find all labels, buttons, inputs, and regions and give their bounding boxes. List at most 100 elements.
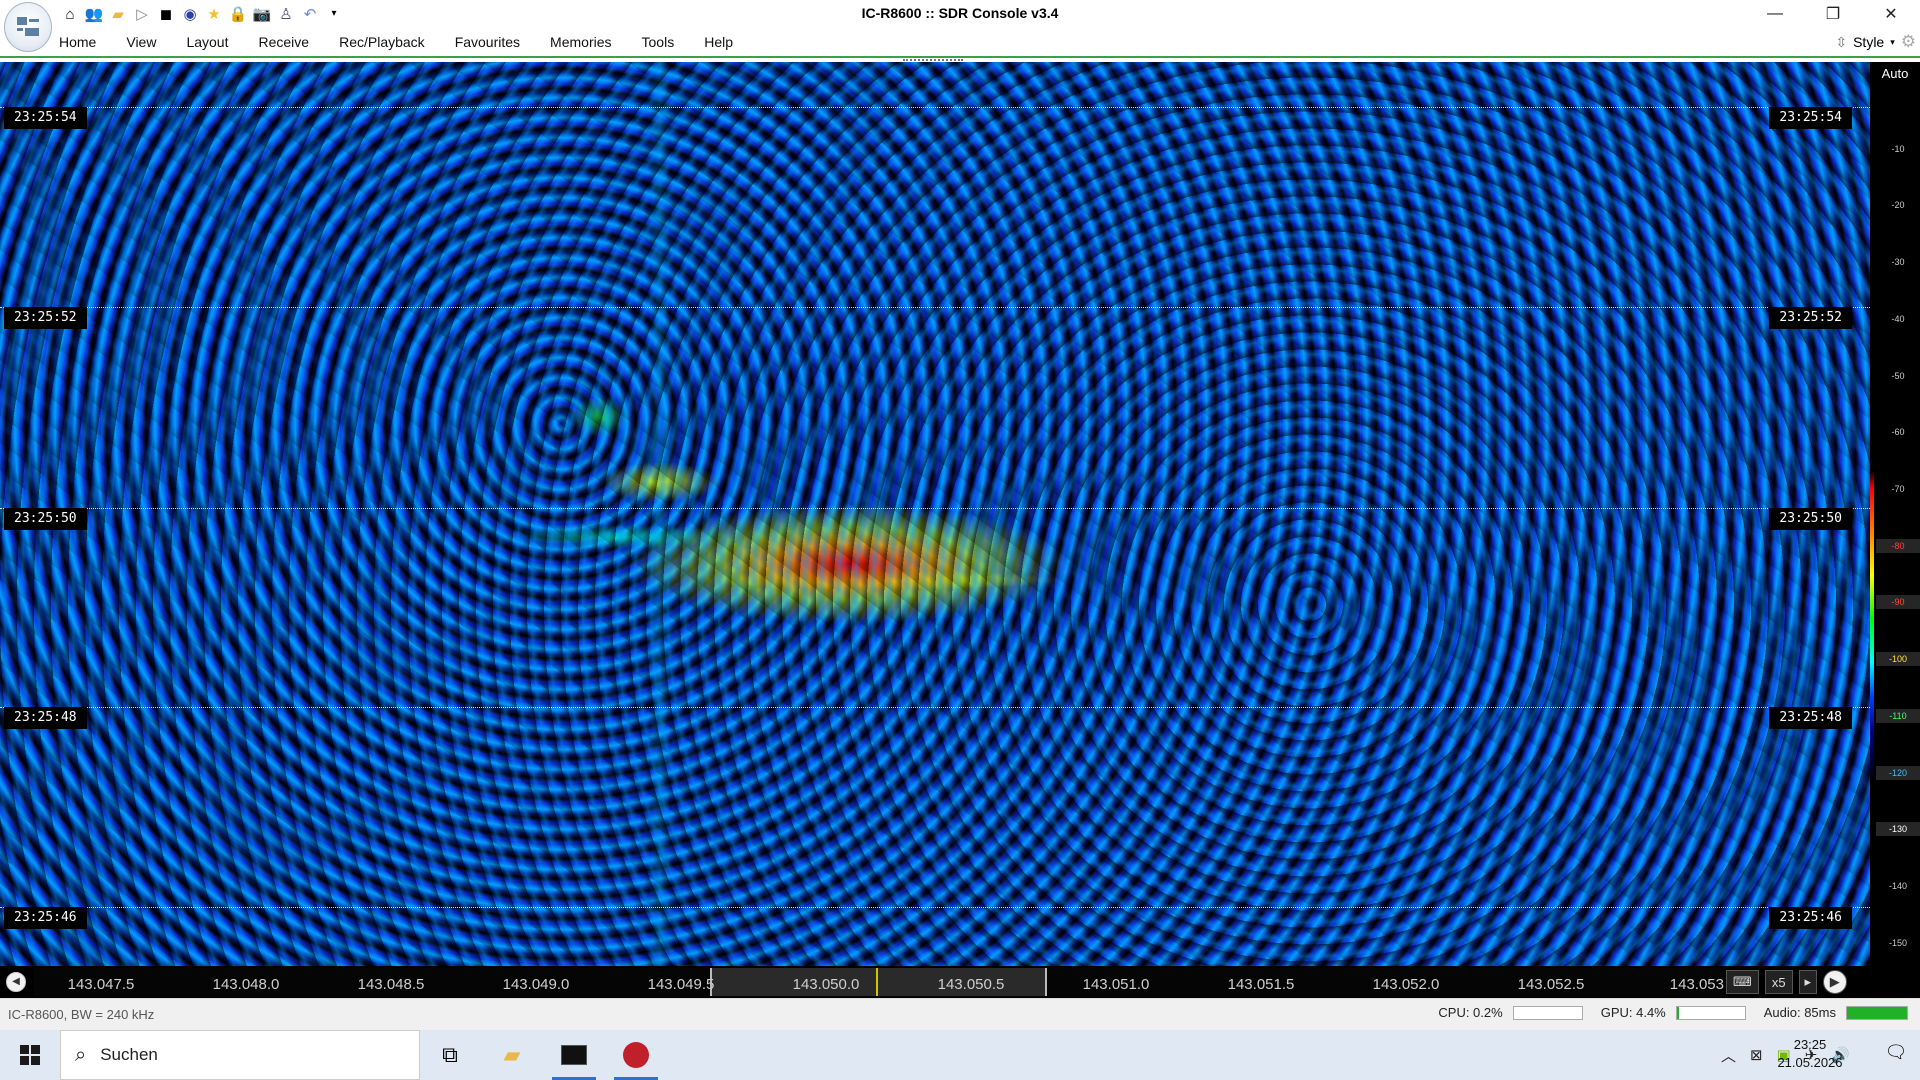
- scale-tick: -100: [1876, 652, 1920, 666]
- frequency-label: 143.051.0: [1082, 976, 1150, 993]
- notification-icon[interactable]: 🗨: [1882, 1042, 1910, 1068]
- menu-favourites[interactable]: Favourites: [455, 34, 520, 50]
- time-label-left: 23:25:46: [4, 907, 87, 929]
- application-menu-button[interactable]: [4, 2, 52, 52]
- menu-home[interactable]: Home: [59, 34, 96, 50]
- menu-help[interactable]: Help: [704, 34, 733, 50]
- collapse-ribbon-icon[interactable]: ⇳: [1835, 34, 1847, 51]
- cpu-usage: CPU: 0.2%: [1438, 1005, 1503, 1020]
- zoom-select[interactable]: x5: [1764, 970, 1793, 994]
- scale-tick: -130: [1876, 822, 1920, 836]
- minimize-button[interactable]: —: [1746, 0, 1804, 28]
- restore-button[interactable]: ❐: [1804, 0, 1862, 28]
- performance-status: CPU: 0.2% GPU: 4.4% Audio: 85ms: [1438, 1005, 1908, 1020]
- menu-view[interactable]: View: [126, 34, 156, 50]
- time-label-left: 23:25:50: [4, 508, 87, 530]
- menu-items: Home View Layout Receive Rec/Playback Fa…: [59, 34, 763, 50]
- time-label-right: 23:25:50: [1769, 508, 1852, 530]
- audio-meter: [1846, 1005, 1908, 1020]
- menu-rec-playback[interactable]: Rec/Playback: [339, 34, 425, 50]
- scale-tick: -120: [1876, 766, 1920, 780]
- sdr-console-icon[interactable]: [608, 1030, 664, 1080]
- style-menu[interactable]: Style: [1853, 34, 1884, 50]
- scale-color-bar: [1870, 88, 1874, 958]
- app-logo-icon: [17, 17, 39, 36]
- window-controls: — ❐ ✕: [1746, 0, 1920, 28]
- menu-receive[interactable]: Receive: [259, 34, 310, 50]
- menu-memories[interactable]: Memories: [550, 34, 611, 50]
- search-icon: ⌕: [75, 1043, 87, 1066]
- gpu-meter: [1675, 1005, 1746, 1020]
- menu-layout[interactable]: Layout: [186, 34, 228, 50]
- frequency-controls: ⌨ x5 ▸ ▶: [1726, 968, 1920, 996]
- scale-tick: -90: [1876, 595, 1920, 609]
- frequency-label: 143.051.5: [1227, 976, 1295, 993]
- scale-tick: -140: [1888, 881, 1907, 891]
- time-label-right: 23:25:46: [1769, 907, 1852, 929]
- frequency-label: 143.048.5: [357, 976, 425, 993]
- scale-tick: -110: [1876, 709, 1920, 723]
- style-dropdown-icon[interactable]: ▾: [1890, 37, 1895, 48]
- terminal-icon[interactable]: [546, 1030, 602, 1080]
- taskbar-clock[interactable]: 23:25 21.05.2026: [1760, 1036, 1860, 1072]
- time-gridline: [0, 907, 1870, 908]
- scale-tick: -150: [1888, 938, 1907, 948]
- scale-tick: -20: [1891, 200, 1905, 210]
- chevron-up-icon[interactable]: ︿: [1721, 1045, 1736, 1066]
- cpu-meter: [1512, 1005, 1583, 1020]
- gpu-meter-fill: [1676, 1006, 1680, 1019]
- frequency-label: 143.050.0: [792, 976, 860, 993]
- time-label-right: 23:25:54: [1769, 107, 1852, 129]
- start-button[interactable]: [0, 1030, 60, 1080]
- zoom-arrow-icon[interactable]: ▸: [1798, 970, 1817, 994]
- clock-date: 21.05.2026: [1777, 1055, 1843, 1070]
- signal-level-scale[interactable]: Auto -10 -20 -30 -40 -50 -60 -70 -80 -90…: [1870, 62, 1920, 966]
- scale-tick: -80: [1876, 539, 1920, 553]
- time-label-left: 23:25:54: [4, 107, 87, 129]
- time-label-left: 23:25:48: [4, 707, 87, 729]
- time-label-right: 23:25:48: [1769, 707, 1852, 729]
- time-gridline: [0, 707, 1870, 708]
- frequency-label: 143.049.0: [502, 976, 570, 993]
- search-placeholder: Suchen: [100, 1045, 158, 1064]
- audio-latency: Audio: 85ms: [1763, 1005, 1836, 1020]
- keyboard-icon[interactable]: ⌨: [1726, 970, 1759, 994]
- frequency-label: 143.052.0: [1372, 976, 1440, 993]
- waterfall-noise-texture: [0, 62, 1870, 966]
- scale-tick: -60: [1891, 427, 1905, 437]
- time-gridline: [0, 107, 1870, 108]
- bandwidth-edge-right[interactable]: [1045, 968, 1047, 996]
- task-view-icon[interactable]: ⧉: [422, 1030, 478, 1080]
- scale-tick: -30: [1891, 257, 1905, 267]
- scroll-left-button[interactable]: ◀: [6, 972, 26, 992]
- title-bar: ⌂ 👥 ▰ ▷ ◼ ◉ ★ 🔒 📷 ♙ ↶ ▾ IC-R8600 :: SDR …: [0, 0, 1920, 52]
- waterfall-display[interactable]: 23:25:54 23:25:54 23:25:52 23:25:52 23:2…: [0, 62, 1870, 966]
- taskbar-search[interactable]: ⌕ Suchen: [60, 1030, 420, 1080]
- window-title: IC-R8600 :: SDR Console v3.4: [861, 5, 1059, 21]
- windows-taskbar: ⌕ Suchen ⧉ ▰ ︿ ⊠ ▣ ✈ 🔊 23:25 21.05.2026 …: [0, 1030, 1920, 1080]
- status-bar: IC-R8600, BW = 240 kHz CPU: 0.2% GPU: 4.…: [0, 998, 1920, 1030]
- audio-meter-fill: [1847, 1006, 1907, 1019]
- style-area: ⇳ Style ▾ ⚙: [1835, 32, 1916, 52]
- gpu-usage: GPU: 4.4%: [1600, 1005, 1666, 1020]
- close-button[interactable]: ✕: [1862, 0, 1920, 28]
- frequency-label: 143.053: [1669, 976, 1724, 993]
- file-explorer-icon[interactable]: ▰: [484, 1030, 540, 1080]
- time-gridline: [0, 307, 1870, 308]
- scale-auto-button[interactable]: Auto: [1870, 64, 1920, 84]
- menu-tools[interactable]: Tools: [642, 34, 675, 50]
- frequency-label: 143.047.5: [67, 976, 135, 993]
- scroll-right-button[interactable]: ▶: [1822, 970, 1847, 994]
- device-status: IC-R8600, BW = 240 kHz: [8, 1007, 155, 1022]
- time-label-left: 23:25:52: [4, 307, 87, 329]
- clock-time: 23:25: [1793, 1037, 1827, 1052]
- frequency-label: 143.049.5: [647, 976, 715, 993]
- frequency-ruler[interactable]: 143.047.5 143.048.0 143.048.5 143.049.0 …: [34, 968, 1724, 996]
- frequency-label: 143.050.5: [937, 976, 1005, 993]
- scale-tick: -10: [1891, 144, 1905, 154]
- scale-tick: -70: [1891, 484, 1905, 494]
- settings-gear-icon[interactable]: ⚙: [1901, 32, 1916, 52]
- scale-tick: -40: [1891, 314, 1905, 324]
- time-gridline: [0, 508, 1870, 509]
- time-label-right: 23:25:52: [1769, 307, 1852, 329]
